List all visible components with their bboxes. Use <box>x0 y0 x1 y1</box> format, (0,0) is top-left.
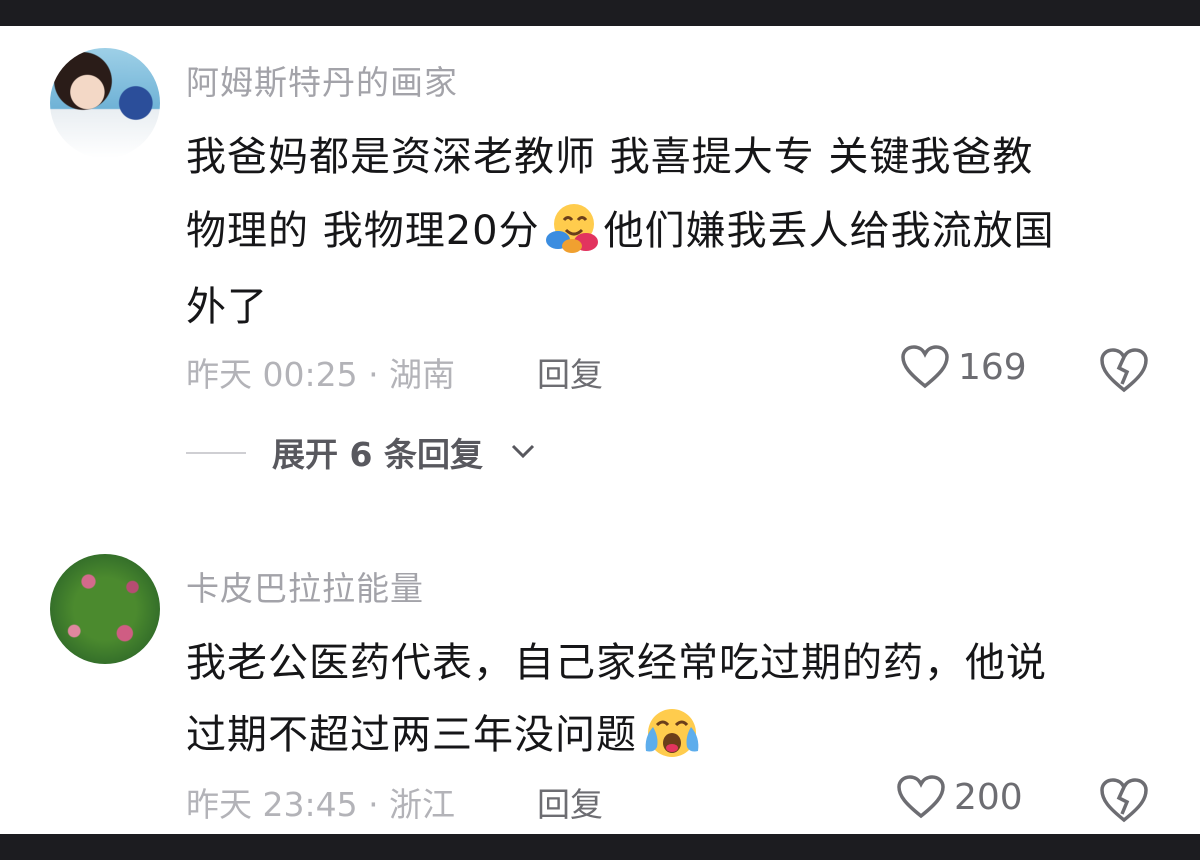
hugging-face-emoji-icon <box>544 202 600 264</box>
comment-username[interactable]: 卡皮巴拉拉能量 <box>186 562 424 610</box>
like-count: 200 <box>954 776 1023 818</box>
divider <box>186 452 246 454</box>
like-count: 169 <box>958 346 1027 388</box>
broken-heart-icon <box>1100 348 1148 393</box>
comment-text-line: 物理的 我物理20分 他们嫌我丢人给我流放国 <box>186 198 1055 264</box>
dislike-button[interactable] <box>1098 776 1150 828</box>
heart-outline-icon <box>901 345 949 389</box>
avatar[interactable] <box>50 554 160 664</box>
like-button[interactable]: 200 <box>896 774 1023 820</box>
comment-text-segment: 他们嫌我丢人给我流放国 <box>603 208 1055 254</box>
reply-button[interactable]: 回复 <box>537 348 603 396</box>
comment-time-location: 昨天 23:45 · 浙江 <box>186 785 456 824</box>
comment-text-line: 过期不超过两三年没问题 <box>186 702 707 769</box>
bottom-frame-bar <box>0 834 1200 860</box>
comment-text-segment: 过期不超过两三年没问题 <box>186 712 637 758</box>
reply-button[interactable]: 回复 <box>537 778 603 826</box>
top-frame-bar <box>0 0 1200 26</box>
avatar[interactable] <box>50 48 160 158</box>
comment-text-line: 外了 <box>186 284 268 330</box>
chevron-down-icon <box>511 444 535 459</box>
like-button[interactable]: 169 <box>900 344 1027 390</box>
comment-text-line: 我爸妈都是资深老教师 我喜提大专 关键我爸教 <box>186 134 1034 180</box>
comment-time-location: 昨天 00:25 · 湖南 <box>186 355 456 394</box>
comment-text-segment: 物理的 我物理20分 <box>186 208 540 254</box>
loudly-crying-face-emoji-icon <box>641 705 703 769</box>
comment-list[interactable]: 阿姆斯特丹的画家 我爸妈都是资深老教师 我喜提大专 关键我爸教 物理的 我物理2… <box>0 26 1200 834</box>
comment-username[interactable]: 阿姆斯特丹的画家 <box>186 56 458 104</box>
comment-text-line: 我老公医药代表，自己家经常吃过期的药，他说 <box>186 640 1047 686</box>
heart-outline-icon <box>897 775 945 819</box>
broken-heart-icon <box>1100 778 1148 823</box>
dislike-button[interactable] <box>1098 346 1150 398</box>
expand-replies-label: 展开 6 条回复 <box>272 435 483 474</box>
